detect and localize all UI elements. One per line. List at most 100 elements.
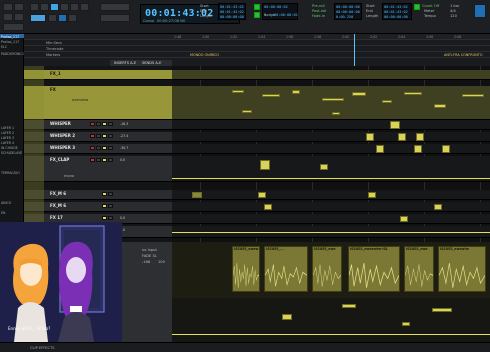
track-list-item[interactable]: TERRAGGIO — [1, 171, 20, 175]
region[interactable] — [342, 304, 356, 308]
region[interactable] — [352, 92, 366, 96]
preroll-display[interactable]: 00:00:00:00 00:00:00:00 0:00.250 — [334, 3, 362, 20]
track-view[interactable]: mono — [64, 174, 74, 178]
scrubber-tool-button[interactable] — [70, 3, 79, 11]
ruler-markers[interactable]: Markers MONDO ONIRICO ANTI-FRA CONFRONTO — [24, 52, 490, 58]
automation-line[interactable] — [172, 178, 490, 179]
region[interactable] — [242, 110, 252, 113]
session-item-2[interactable]: Prolisa_117 — [1, 40, 19, 44]
mirror-midi-button[interactable] — [68, 14, 77, 22]
selection-display[interactable]: 00:01:43:02 00:01:43:02 00:00:00:00 — [218, 3, 246, 20]
track-name[interactable]: FX_M 6 — [50, 203, 66, 208]
region[interactable] — [292, 90, 300, 94]
audio-lane[interactable] — [172, 298, 490, 342]
track-name[interactable]: FX_CLAP — [50, 157, 69, 162]
region[interactable] — [416, 133, 424, 141]
solo-button[interactable] — [102, 134, 107, 138]
track-list-item[interactable]: LAYER 4 — [1, 141, 14, 145]
trim-tool-button[interactable] — [40, 3, 49, 11]
zoom-preset-button[interactable] — [3, 23, 24, 31]
track-lane[interactable] — [172, 214, 490, 224]
region[interactable] — [462, 94, 484, 97]
region[interactable] — [442, 145, 450, 153]
region[interactable] — [432, 308, 452, 312]
region[interactable] — [376, 145, 384, 153]
video-window[interactable]: Ennvy un(?)... vl fuo? — [0, 222, 122, 342]
track-lane[interactable] — [172, 226, 490, 238]
track-header[interactable]: WHISPER 2 -27.4 — [24, 132, 172, 142]
tab-to-transient-button[interactable] — [58, 14, 67, 22]
track-list-item[interactable]: PADDORONICO — [1, 52, 25, 56]
track-lane[interactable] — [172, 70, 490, 80]
region[interactable] — [382, 100, 392, 103]
audio-region[interactable]: ISSUES_ewew — [232, 246, 260, 292]
solo-button[interactable] — [102, 158, 107, 162]
track-view[interactable]: overview — [72, 98, 88, 102]
insert-value[interactable]: 0.0 — [120, 216, 125, 220]
marker-anti-fra[interactable]: ANTI-FRA CONFRONTO — [444, 53, 483, 57]
track-header[interactable]: FX_M 6 — [24, 202, 172, 212]
region[interactable] — [434, 104, 446, 108]
mute-button[interactable] — [108, 216, 113, 220]
input-monitor-button[interactable] — [96, 122, 101, 126]
region[interactable] — [282, 314, 292, 320]
mute-button[interactable] — [108, 134, 113, 138]
track-lane[interactable] — [172, 156, 490, 182]
insert-value[interactable]: -27.4 — [120, 134, 128, 138]
track-lane[interactable] — [172, 132, 490, 142]
link-button[interactable] — [48, 14, 57, 22]
audio-region[interactable]: ISSUES_ewewhe — [438, 246, 486, 292]
region[interactable] — [320, 164, 328, 170]
region[interactable] — [332, 112, 340, 115]
solo-button[interactable] — [102, 146, 107, 150]
solo-button[interactable] — [102, 204, 107, 208]
marker-mondo-onirico[interactable]: MONDO ONIRICO — [190, 53, 219, 57]
smart-tool-button[interactable] — [30, 14, 46, 22]
conductor-toggle[interactable] — [414, 4, 420, 10]
zoom-tool-button[interactable] — [30, 3, 39, 11]
track-header[interactable]: FX_M 6 — [24, 190, 172, 200]
mute-button[interactable] — [108, 146, 113, 150]
mute-button[interactable] — [108, 122, 113, 126]
region[interactable] — [192, 192, 202, 198]
audio-region[interactable]: ISSUES_ewe — [404, 246, 434, 292]
track-name[interactable]: WHISPER 2 — [50, 133, 75, 138]
track-header[interactable]: FX overview — [24, 86, 172, 120]
record-button[interactable] — [90, 158, 95, 162]
track-list-item[interactable]: ANICO — [1, 201, 11, 205]
input-monitor-button[interactable] — [96, 134, 101, 138]
region[interactable] — [414, 145, 422, 153]
solo-button[interactable] — [102, 216, 107, 220]
track-lane[interactable] — [172, 120, 490, 130]
region[interactable] — [398, 133, 406, 141]
track-list-item[interactable]: SCHUDELAYE — [1, 151, 22, 155]
audio-region[interactable]: ISSUES_ewe — [312, 246, 342, 292]
grid-toggle[interactable] — [254, 4, 260, 10]
clip-effects-tab[interactable]: CLIP EFFECTS — [30, 346, 55, 350]
transport-controls[interactable] — [100, 3, 130, 11]
audio-region[interactable]: ISSUES_eweewhe-ISL — [348, 246, 400, 292]
region[interactable] — [264, 204, 272, 210]
region[interactable] — [366, 133, 374, 141]
audio-lane[interactable]: ISSUES_ewew ISSUES_... ISSUES_ewe ISSUES… — [172, 242, 490, 296]
input-monitor-button[interactable] — [96, 146, 101, 150]
region[interactable] — [434, 204, 442, 210]
insert-value[interactable]: -16.3 — [120, 122, 128, 126]
track-lane[interactable] — [172, 86, 490, 120]
region[interactable] — [322, 98, 344, 101]
session-item-1[interactable]: Prolisa_117 — [1, 35, 19, 39]
track-lane[interactable] — [172, 190, 490, 200]
region[interactable] — [262, 94, 280, 97]
automation-line[interactable] — [172, 334, 490, 335]
selector-tool-button[interactable] — [50, 3, 59, 11]
volume-value[interactable]: -166 — [142, 260, 150, 264]
region[interactable] — [402, 322, 410, 326]
track-name[interactable]: FX_M 6 — [50, 191, 66, 196]
record-mode-controls[interactable] — [100, 14, 130, 22]
grid-mode-button[interactable] — [14, 13, 24, 21]
solo-button[interactable] — [102, 122, 107, 126]
track-list-item[interactable]: LAYER 1 — [1, 126, 14, 130]
region[interactable] — [390, 121, 400, 129]
track-header[interactable]: FX_1 — [24, 70, 172, 80]
track-header[interactable]: WHISPER 3 -30.7 — [24, 144, 172, 154]
